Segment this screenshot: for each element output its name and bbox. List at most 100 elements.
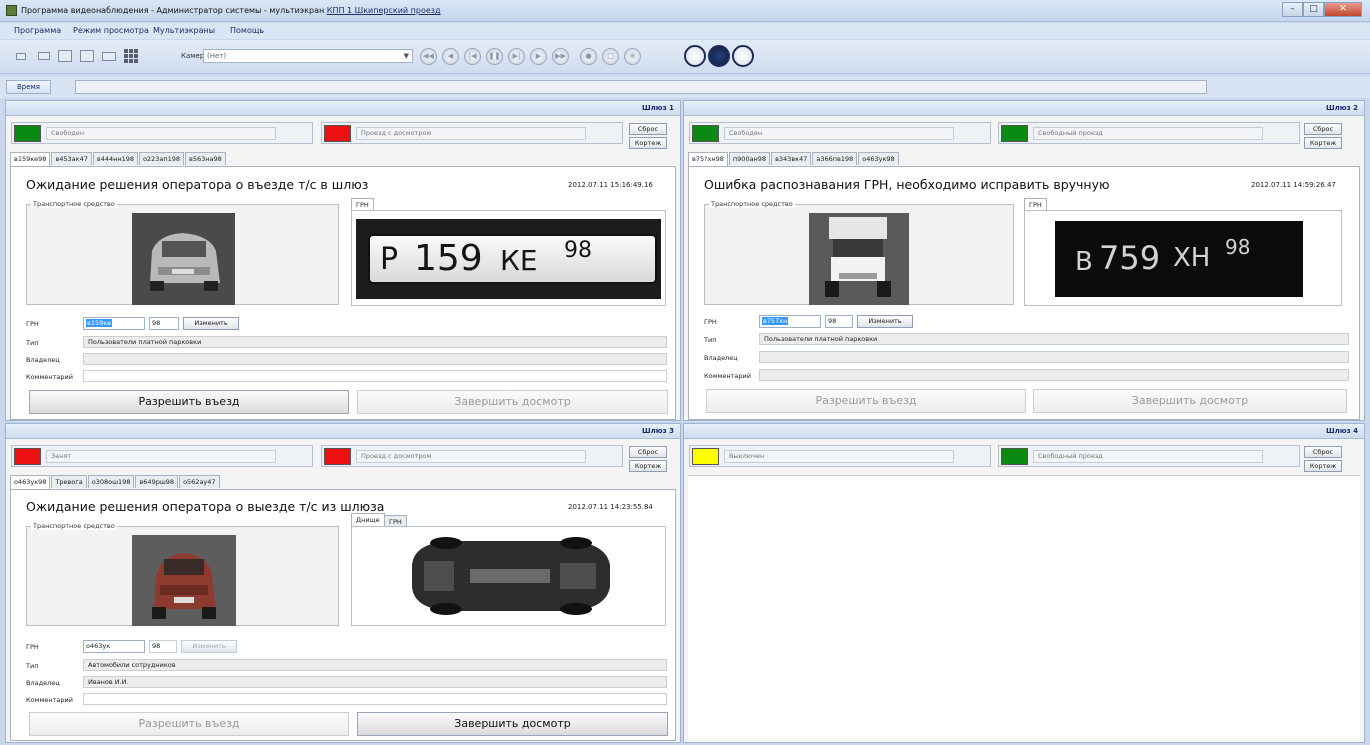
panel-title: Шлюз 2 — [1326, 104, 1358, 112]
vehicle-photo-group: Транспортное средство — [26, 200, 339, 305]
vehicle-tab[interactable]: о223ап198 — [139, 152, 185, 165]
vehicle-tab[interactable]: в649рш98 — [135, 475, 179, 488]
vehicle-tab[interactable]: а366пв198 — [812, 152, 858, 165]
grn-label: ГРН — [26, 643, 39, 651]
allow-entry-button[interactable]: Разрешить въезд — [29, 712, 349, 736]
allow-entry-button[interactable]: Разрешить въезд — [29, 390, 349, 414]
finish-inspection-button[interactable]: Завершить досмотр — [1033, 389, 1347, 413]
next-frame-button[interactable]: ▶| — [508, 48, 525, 65]
event-timestamp: 2012.07.11 15:16:49.16 — [568, 181, 653, 189]
convoy-button[interactable]: Кортеж — [629, 137, 667, 149]
window-title-link[interactable]: КПП 1 Шкиперский проезд — [327, 6, 441, 15]
previous-frame-button[interactable]: |◀ — [464, 48, 481, 65]
layout-full-button[interactable] — [732, 45, 754, 67]
underbody-tab[interactable]: Днище — [351, 513, 385, 526]
vehicle-detail: Ожидание решения оператора о выезде т/с … — [10, 489, 676, 741]
comment-input[interactable] — [759, 369, 1349, 381]
vehicle-icon[interactable] — [102, 52, 116, 61]
vehicle-tab[interactable]: о562ау47 — [179, 475, 220, 488]
change-grn-button[interactable]: Изменить — [181, 640, 237, 653]
convoy-button[interactable]: Кортеж — [629, 460, 667, 472]
grid-layout-icon[interactable] — [124, 49, 138, 63]
gate-status: Занят — [11, 445, 313, 467]
allow-entry-button[interactable]: Разрешить въезд — [706, 389, 1026, 413]
owner-label: Владелец — [26, 356, 60, 364]
reset-button[interactable]: Сброс — [629, 123, 667, 135]
gateway-panel-4: Шлюз 4 Выключен Свободный проезд Сброс К… — [683, 423, 1365, 743]
gate-status-text: Выключен — [724, 450, 954, 463]
rewind-button[interactable]: ◀ — [442, 48, 459, 65]
status-lamp — [14, 125, 41, 142]
vehicle-tab[interactable]: в75?хн98 — [688, 152, 728, 166]
layout-active-button[interactable] — [708, 45, 730, 67]
reset-button[interactable]: Сброс — [1304, 446, 1342, 458]
chevron-down-icon: ▼ — [403, 52, 409, 60]
plate-image-frame: В 759 ХН 98 — [1024, 210, 1342, 306]
type-label: Тип — [26, 662, 39, 670]
type-value: Пользователи платной парковки — [83, 336, 667, 348]
region-input[interactable]: 98 — [825, 315, 853, 328]
convoy-button[interactable]: Кортеж — [1304, 137, 1342, 149]
grn-input[interactable]: о463ук — [83, 640, 145, 653]
record-button[interactable]: ● — [580, 48, 597, 65]
gate-status-text: Свободен — [724, 127, 954, 140]
vehicle-tab[interactable]: п900ан98 — [728, 152, 771, 165]
close-button[interactable]: ✕ — [1324, 2, 1362, 17]
pass-mode-text: Проезд с досмотром — [356, 450, 586, 463]
change-grn-button[interactable]: Изменить — [183, 317, 239, 330]
alarm-tab[interactable]: Тревога — [51, 475, 87, 488]
save-icon[interactable] — [58, 50, 72, 62]
vehicle-tab[interactable]: в159ке98 — [10, 152, 51, 166]
pass-mode-status: Проезд с досмотром — [321, 445, 623, 467]
comment-input[interactable] — [83, 693, 667, 705]
vehicle-tab[interactable]: о463ук98 — [858, 152, 899, 165]
underbody-image-frame — [351, 526, 666, 626]
grn-input[interactable]: в159ке — [83, 317, 145, 330]
reset-button[interactable]: Сброс — [629, 446, 667, 458]
camera-select[interactable]: (Нет) ▼ — [203, 49, 413, 63]
reset-button[interactable]: Сброс — [1304, 123, 1342, 135]
menu-multiscreens[interactable]: Мультиэкраны — [153, 26, 215, 35]
screen-icon[interactable] — [38, 52, 50, 60]
change-grn-button[interactable]: Изменить — [857, 315, 913, 328]
pause-button[interactable]: ❚❚ — [486, 48, 503, 65]
finish-inspection-button[interactable]: Завершить досмотр — [357, 712, 668, 736]
grn-input[interactable]: в757хн — [759, 315, 821, 328]
finish-inspection-button[interactable]: Завершить досмотр — [357, 390, 668, 414]
vehicle-group-label: Транспортное средство — [31, 200, 117, 208]
region-input[interactable]: 98 — [149, 317, 179, 330]
comment-label: Комментарий — [26, 373, 73, 381]
menu-view-mode[interactable]: Режим просмотра — [73, 26, 149, 35]
maximize-button[interactable]: □ — [1303, 2, 1324, 17]
vehicle-tab[interactable]: в343вк47 — [771, 152, 812, 165]
vehicle-tab[interactable]: о463ук98 — [10, 475, 51, 489]
time-field[interactable] — [75, 80, 1207, 94]
camera-icon[interactable] — [16, 53, 26, 60]
vehicle-tab[interactable]: в563на98 — [185, 152, 226, 165]
vehicle-tab[interactable]: в453ак47 — [51, 152, 92, 165]
snapshot-button[interactable]: □ — [602, 48, 619, 65]
zoom-button[interactable]: ⊕ — [624, 48, 641, 65]
rewind-fast-button[interactable]: ◀◀ — [420, 48, 437, 65]
layout-single-button[interactable] — [684, 45, 706, 67]
time-button[interactable]: Время — [6, 80, 51, 94]
comment-input[interactable] — [83, 370, 667, 382]
vehicle-tab[interactable]: о308ош198 — [87, 475, 135, 488]
plate-image: Р 159 КЕ 98 — [356, 219, 661, 299]
vehicle-group-label: Транспортное средство — [31, 522, 117, 530]
comment-label: Комментарий — [704, 372, 751, 380]
convoy-button[interactable]: Кортеж — [1304, 460, 1342, 472]
pass-mode-status: Свободный проезд — [998, 122, 1300, 144]
fast-forward-button[interactable]: ▶▶ — [552, 48, 569, 65]
region-input[interactable]: 98 — [149, 640, 177, 653]
operator-message: Ошибка распознавания ГРН, необходимо исп… — [704, 177, 1110, 192]
pass-mode-status: Проезд с досмотром — [321, 122, 623, 144]
pass-mode-text: Свободный проезд — [1033, 127, 1263, 140]
gate-status: Свободен — [11, 122, 313, 144]
play-button[interactable]: ▶ — [530, 48, 547, 65]
vehicle-tab[interactable]: в444нн198 — [92, 152, 139, 165]
menu-help[interactable]: Помощь — [230, 26, 264, 35]
list-icon[interactable] — [80, 50, 94, 62]
minimize-button[interactable]: – — [1282, 2, 1303, 17]
menu-program[interactable]: Программа — [14, 26, 61, 35]
